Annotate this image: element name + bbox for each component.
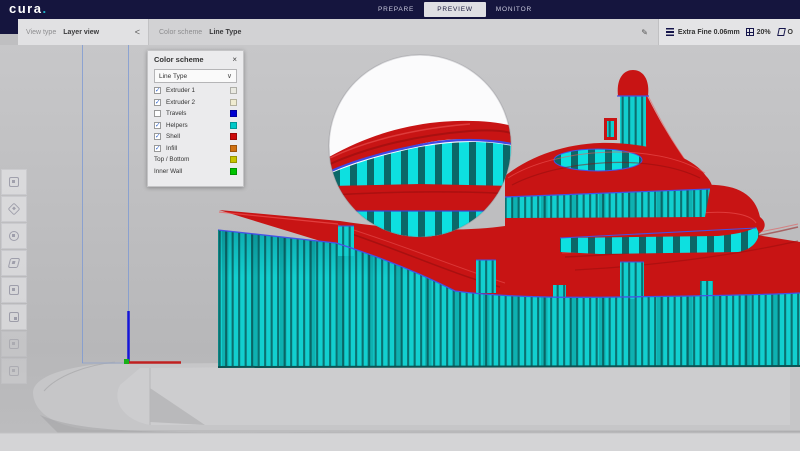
extension-tool-icon-2 — [9, 366, 19, 376]
tab-monitor[interactable]: MONITOR — [486, 2, 542, 17]
view-type-value: Layer view — [63, 29, 99, 36]
tool-column — [1, 169, 28, 385]
top-bar: cura. PREPARE PREVIEW MONITOR — [0, 0, 800, 19]
edit-pencil-icon[interactable]: ✎ — [641, 28, 648, 37]
stage-tabs: PREPARE PREVIEW MONITOR — [368, 0, 542, 19]
logo-dot: . — [42, 1, 47, 16]
toolbar-spacer — [251, 19, 641, 45]
profile-value: Extra Fine 0.06mm — [678, 29, 740, 36]
rotate-tool-icon — [9, 231, 19, 241]
magnifier-circle — [329, 55, 512, 237]
close-icon[interactable]: × — [232, 56, 237, 64]
extruder1-checkbox[interactable]: ✓ — [154, 87, 161, 94]
app-logo: cura. — [9, 1, 48, 16]
helpers-checkbox[interactable]: ✓ — [154, 122, 161, 129]
color-scheme-label: Color scheme — [159, 29, 202, 36]
tab-prepare[interactable]: PREPARE — [368, 2, 424, 17]
infill-icon — [746, 28, 754, 36]
legend-row-infill[interactable]: ✓ Infill — [148, 143, 243, 155]
color-scheme-selector[interactable]: Color scheme Line Type — [148, 19, 251, 45]
extruder2-swatch — [230, 99, 237, 106]
rotate-tool-button[interactable] — [1, 223, 27, 249]
extension-tool-icon-1 — [9, 339, 19, 349]
inner-wall-swatch — [230, 168, 237, 175]
print-settings-summary[interactable]: Extra Fine 0.06mm 20% O — [658, 19, 800, 45]
viewport-3d[interactable] — [0, 45, 800, 451]
move-tool-icon — [9, 177, 19, 187]
scale-tool-icon — [8, 203, 21, 216]
travels-checkbox[interactable] — [154, 110, 161, 117]
extension-tool-button-1[interactable] — [1, 331, 27, 357]
legend-row-inner-wall: Inner Wall — [148, 166, 243, 178]
legend-row-top-bottom: Top / Bottom — [148, 154, 243, 166]
layer-height-icon — [666, 28, 674, 36]
collapse-chevron-icon[interactable]: < — [135, 28, 140, 37]
ghost-model — [33, 359, 800, 435]
legend-row-helpers[interactable]: ✓ Helpers — [148, 120, 243, 132]
travels-swatch — [230, 110, 237, 117]
extruder2-checkbox[interactable]: ✓ — [154, 99, 161, 106]
color-scheme-value: Line Type — [209, 29, 241, 36]
legend-row-shell[interactable]: ✓ Shell — [148, 131, 243, 143]
chevron-down-icon: ∨ — [227, 72, 232, 80]
view-toolbar: View type Layer view < Color scheme Line… — [18, 19, 800, 45]
mirror-tool-button[interactable] — [1, 250, 27, 276]
logo-corner-notch — [0, 19, 18, 34]
support-value-truncated: O — [788, 29, 793, 36]
infill-value: 20% — [757, 29, 771, 36]
legend-row-extruder1[interactable]: ✓ Extruder 1 — [148, 85, 243, 97]
panel-header[interactable]: Color scheme × — [148, 51, 243, 66]
view-type-label: View type — [26, 29, 56, 36]
shell-swatch — [230, 133, 237, 140]
helpers-swatch — [230, 122, 237, 129]
view-type-selector[interactable]: View type Layer view < — [18, 19, 148, 45]
color-scheme-panel: Color scheme × Line Type ∨ ✓ Extruder 1 … — [147, 50, 244, 187]
infill-swatch — [230, 145, 237, 152]
panel-title: Color scheme — [154, 55, 204, 64]
support-blocker-icon — [9, 312, 19, 322]
legend-row-travels[interactable]: Travels — [148, 108, 243, 120]
tab-preview[interactable]: PREVIEW — [424, 2, 486, 17]
top-bottom-swatch — [230, 156, 237, 163]
per-model-settings-button[interactable] — [1, 277, 27, 303]
extruder1-swatch — [230, 87, 237, 94]
mirror-tool-icon — [8, 258, 20, 268]
extension-tool-button-2[interactable] — [1, 358, 27, 384]
infill-checkbox[interactable]: ✓ — [154, 145, 161, 152]
color-scheme-dropdown[interactable]: Line Type ∨ — [154, 69, 237, 83]
move-tool-button[interactable] — [1, 169, 27, 195]
dropdown-value: Line Type — [159, 73, 187, 80]
legend-row-extruder2[interactable]: ✓ Extruder 2 — [148, 97, 243, 109]
support-blocker-button[interactable] — [1, 304, 27, 330]
per-model-settings-icon — [9, 285, 19, 295]
shell-checkbox[interactable]: ✓ — [154, 133, 161, 140]
support-icon — [777, 28, 786, 36]
scale-tool-button[interactable] — [1, 196, 27, 222]
build-plate-edge — [0, 433, 800, 451]
